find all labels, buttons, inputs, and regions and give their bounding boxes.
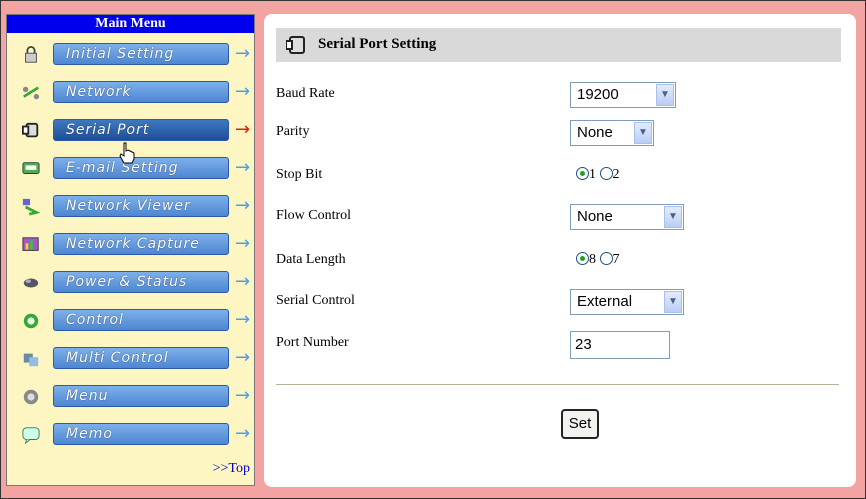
multi-control-icon [23,353,39,367]
serial-control-select[interactable]: External ▼ [570,289,684,315]
stop-bit-option-1: 1 [589,167,596,182]
arrow-right-icon[interactable]: → [235,423,250,444]
data-length-option-8: 8 [589,252,596,267]
data-length-radio-7[interactable] [599,252,613,265]
stop-bit-radio-1[interactable] [576,167,589,180]
sidebar-item-button[interactable]: Memo [53,423,229,445]
stop-bit-row: Stop Bit 1 2 [276,163,841,193]
sidebar-item-button[interactable]: Network [53,81,229,103]
baud-rate-label: Baud Rate [276,86,335,101]
serial-port-icon [22,122,39,138]
sidebar-item-button[interactable]: Menu [53,385,229,407]
arrow-right-icon[interactable]: → [235,81,250,102]
flow-control-label: Flow Control [276,208,352,223]
serial-control-value: External [577,293,633,310]
baud-rate-value: 19200 [577,86,619,103]
stop-bit-label: Stop Bit [276,167,323,182]
sidebar-item-button[interactable]: E-mail Setting [53,157,229,179]
sidebar-item[interactable]: Network Capture → [7,232,254,258]
flow-control-value: None [577,208,613,225]
serial-port-icon [286,36,305,54]
arrow-right-icon[interactable]: → [235,157,250,178]
memo-icon [22,427,40,444]
baud-rate-select[interactable]: 19200 ▼ [570,82,676,108]
sidebar-item[interactable]: Menu → [7,384,254,410]
parity-label: Parity [276,124,310,139]
sidebar: Main Menu Initial Setting → Network → Serial… [6,14,255,486]
arrow-right-icon[interactable]: → [235,385,250,406]
parity-select[interactable]: None ▼ [570,120,654,146]
sidebar-item[interactable]: Initial Setting → [7,42,254,68]
menu-icon [23,389,39,405]
sidebar-item-button[interactable]: Serial Port [53,119,229,141]
stop-bit-radio-2[interactable] [599,167,613,180]
arrow-right-icon[interactable]: → [235,195,250,216]
flow-control-row: Flow Control None ▼ [276,204,841,234]
chevron-down-icon[interactable]: ▼ [664,291,682,313]
panel-title: Serial Port Setting [318,36,437,52]
parity-value: None [577,124,613,141]
sidebar-item-button[interactable]: Network Viewer [53,195,229,217]
arrow-right-icon[interactable]: → [235,119,250,140]
stop-bit-option-2: 2 [612,167,620,182]
chevron-down-icon[interactable]: ▼ [664,206,682,228]
control-icon [23,313,39,329]
flow-control-select[interactable]: None ▼ [570,204,684,230]
network-icon [22,86,40,100]
content-panel: Serial Port Setting Baud Rate 19200 ▼ Pa… [264,14,856,487]
sidebar-item[interactable]: Multi Control → [7,346,254,372]
data-length-row: Data Length 8 7 [276,248,841,278]
stop-bit-radios: 1 2 [576,167,620,183]
data-length-radios: 8 7 [576,252,620,268]
set-button[interactable]: Set [561,409,599,439]
data-length-option-7: 7 [612,252,620,267]
sidebar-item-button[interactable]: Control [53,309,229,331]
network-capture-icon [22,237,39,251]
lock-icon [25,46,37,63]
sidebar-item[interactable]: Network → [7,80,254,106]
serial-control-label: Serial Control [276,293,355,308]
power-status-icon [23,278,39,288]
email-icon [22,162,40,174]
arrow-right-icon[interactable]: → [235,347,250,368]
sidebar-item-button[interactable]: Initial Setting [53,43,229,65]
arrow-right-icon[interactable]: → [235,309,250,330]
sidebar-item[interactable]: Control → [7,308,254,334]
network-viewer-icon [22,198,41,216]
panel-header: Serial Port Setting [276,28,841,62]
parity-row: Parity None ▼ [276,120,841,150]
top-link[interactable]: >>Top [213,461,250,477]
menu-title: Main Menu [7,15,254,33]
port-number-input[interactable]: 23 [570,331,670,359]
sidebar-item-button[interactable]: Power & Status [53,271,229,293]
baud-rate-row: Baud Rate 19200 ▼ [276,82,841,112]
data-length-radio-8[interactable] [576,252,589,265]
arrow-right-icon[interactable]: → [235,43,250,64]
data-length-label: Data Length [276,252,346,267]
port-number-row: Port Number 23 [276,331,841,361]
page-frame: Main Menu Initial Setting → Network → Serial… [0,0,866,499]
arrow-right-icon[interactable]: → [235,271,250,292]
port-number-label: Port Number [276,335,349,350]
sidebar-item[interactable]: Power & Status → [7,270,254,296]
arrow-right-icon[interactable]: → [235,233,250,254]
sidebar-item[interactable]: Serial Port → [7,118,254,144]
sidebar-item[interactable]: Memo → [7,422,254,448]
sidebar-item[interactable]: Network Viewer → [7,194,254,220]
serial-control-row: Serial Control External ▼ [276,289,841,319]
chevron-down-icon[interactable]: ▼ [634,122,652,144]
chevron-down-icon[interactable]: ▼ [656,84,674,106]
sidebar-item-button[interactable]: Network Capture [53,233,229,255]
hand-cursor-icon [119,142,135,164]
divider [276,384,839,385]
sidebar-item-button[interactable]: Multi Control [53,347,229,369]
